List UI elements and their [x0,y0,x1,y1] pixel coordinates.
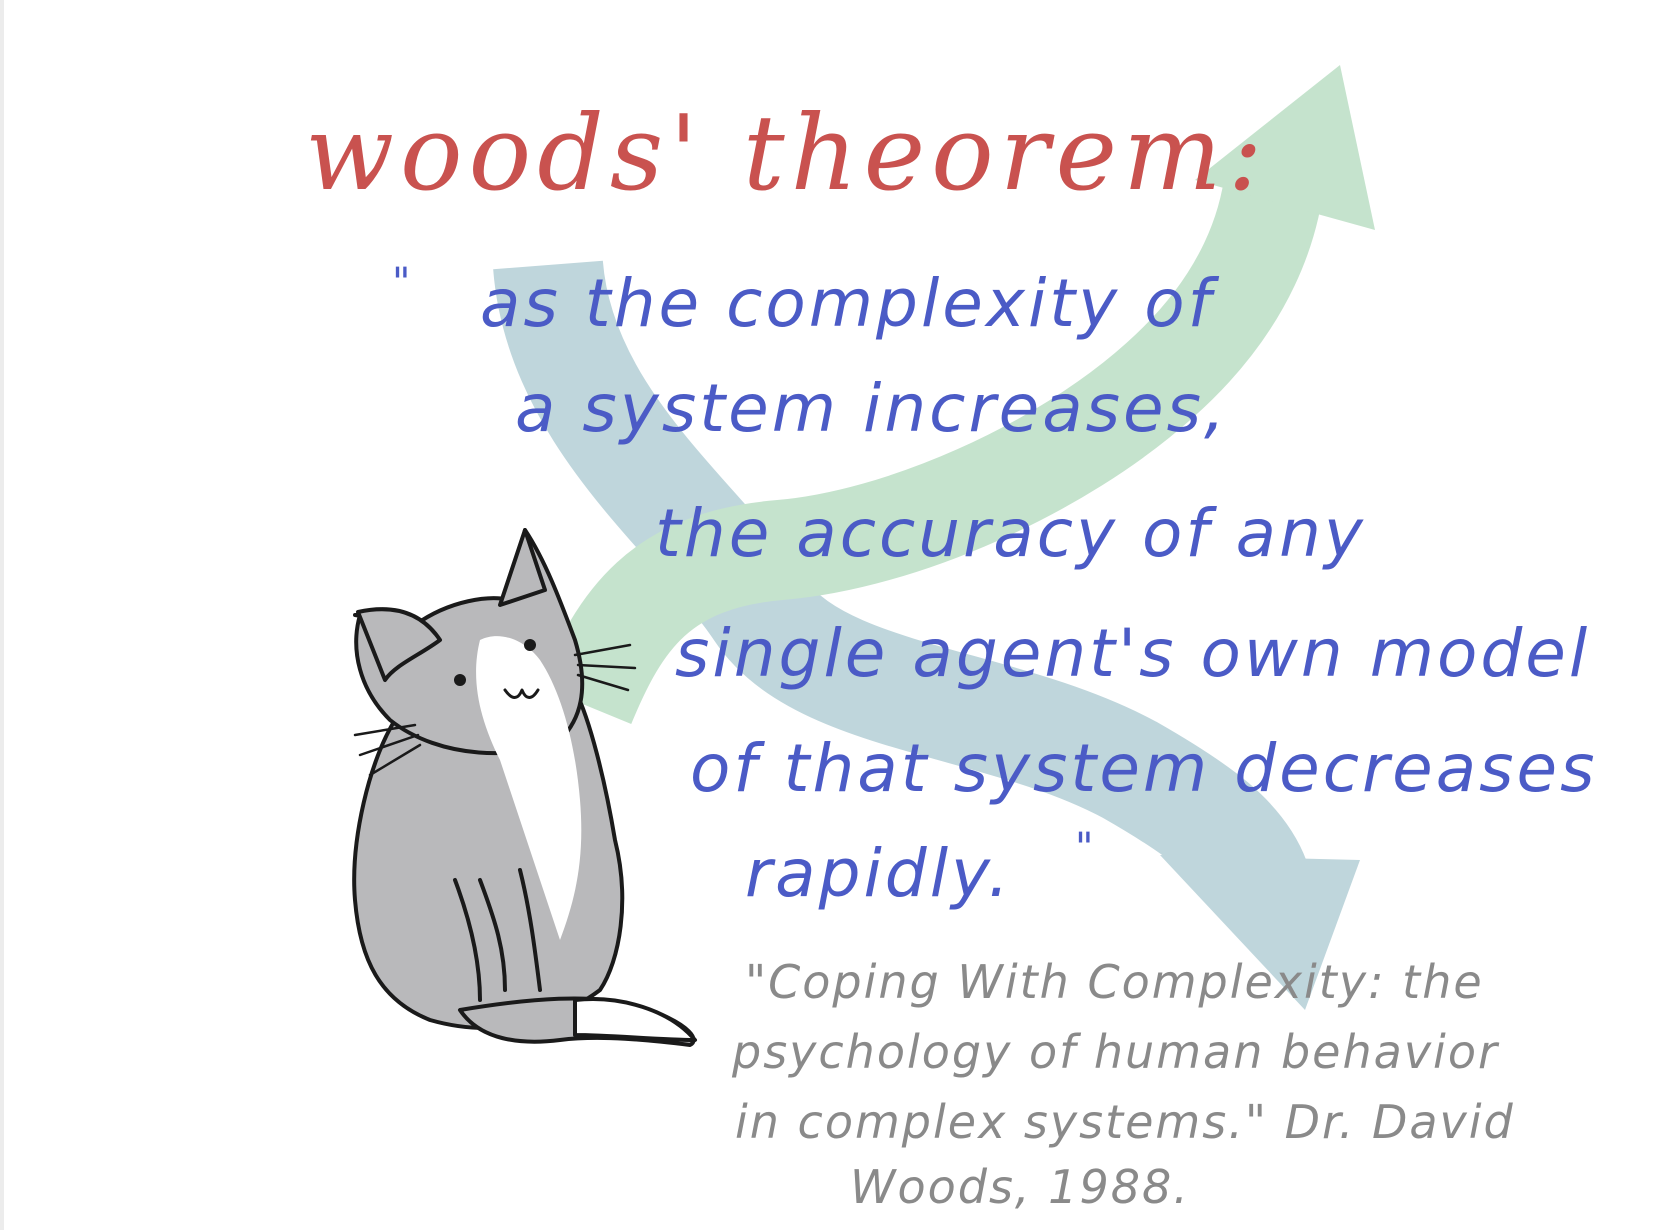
cat [352,528,697,1047]
slide: woods' theorem: " as the complexity of a… [0,0,1659,1230]
cat-illustration [352,528,697,1047]
